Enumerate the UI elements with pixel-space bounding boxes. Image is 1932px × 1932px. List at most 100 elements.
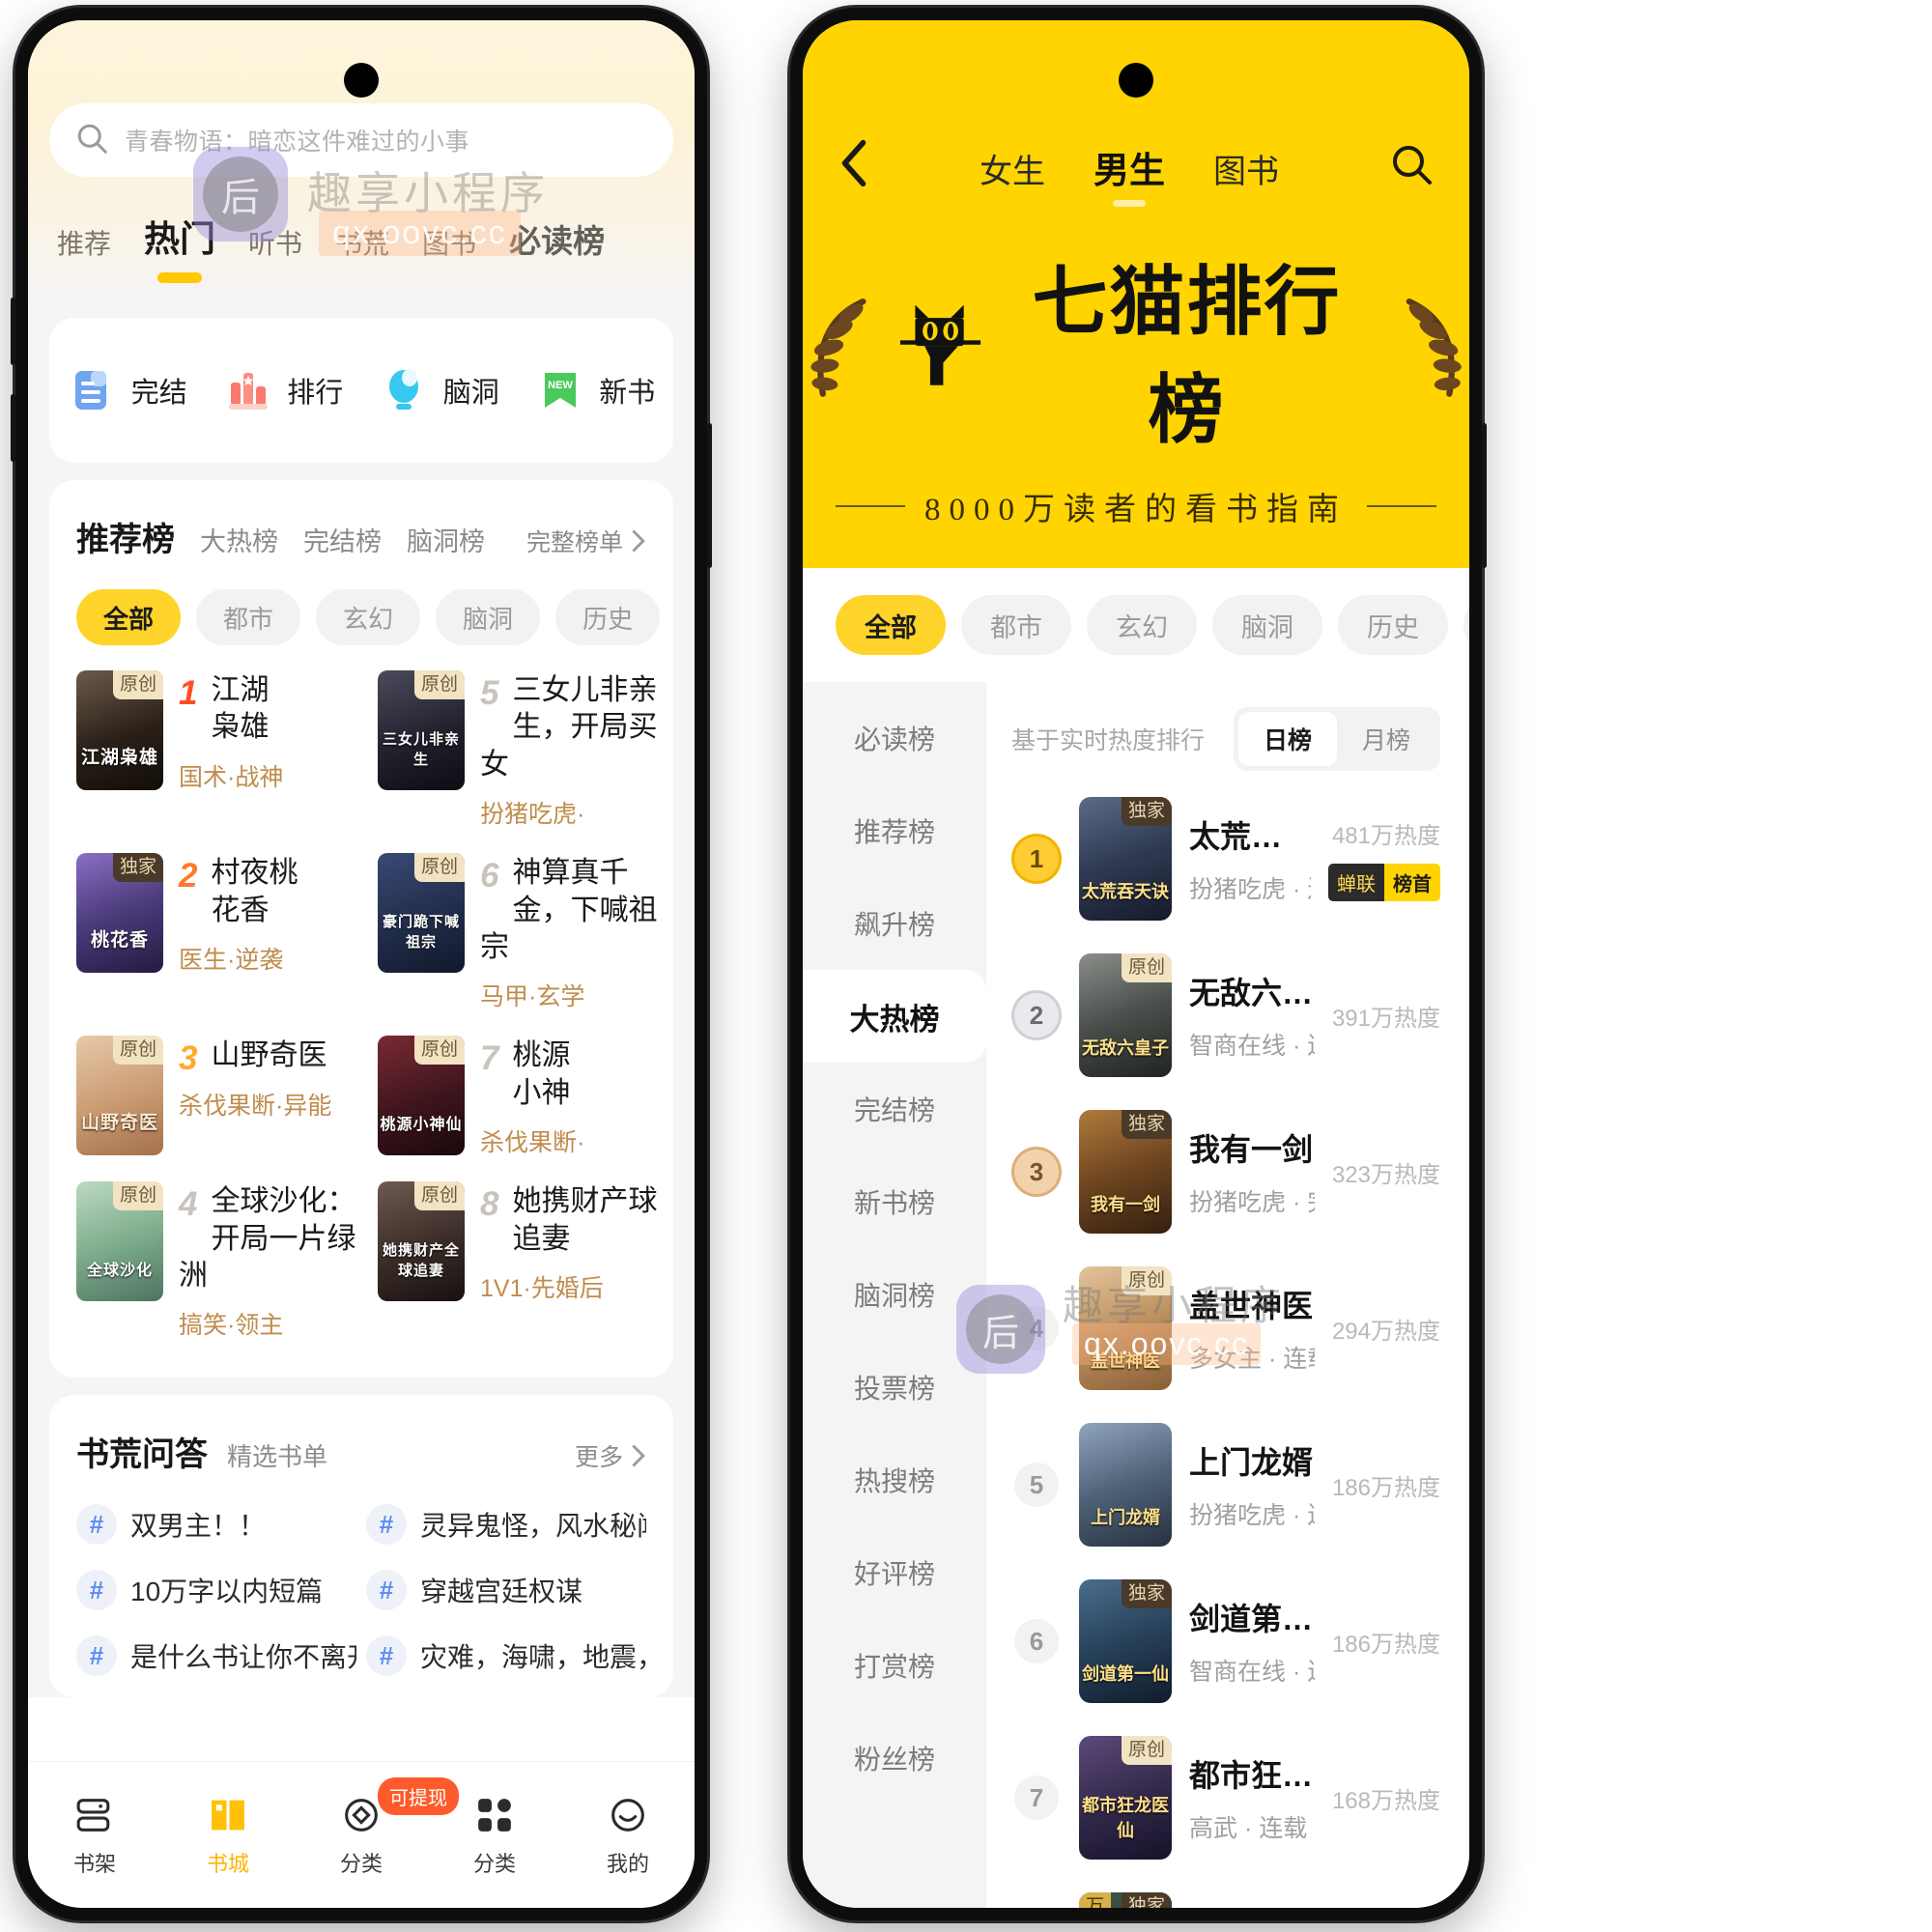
- tab-bidubang[interactable]: 必读榜: [509, 215, 605, 268]
- quick-entry-wanjie[interactable]: 完结: [68, 365, 187, 415]
- book-cover: 独家 太荒吞天诀: [1079, 797, 1172, 921]
- sidebar-item-haopingbang[interactable]: 好评榜: [803, 1526, 986, 1619]
- tabbar-label: 分类: [339, 1851, 383, 1876]
- rank-tab-wanjiebang[interactable]: 完结榜: [303, 521, 382, 558]
- tab-tushu[interactable]: 图书: [1213, 145, 1279, 192]
- rank-medal: 3: [1011, 1150, 1062, 1194]
- ranking-row[interactable]: 6 独家 剑道第一仙 剑道第一仙 智商在线 · 连载 · 1091万字 186万…: [1011, 1563, 1440, 1719]
- full-ranking-label: 完整榜单: [526, 529, 623, 556]
- right-phone-power[interactable]: [1482, 423, 1487, 568]
- period-segment: 日榜 月榜: [1233, 707, 1440, 771]
- chip-quanbu[interactable]: 全部: [836, 595, 946, 655]
- tab-tuijian[interactable]: 推荐: [57, 223, 111, 268]
- banner-title: 七猫排行榜: [1032, 260, 1342, 452]
- watermark-url: qx.oovc.cc: [319, 211, 521, 256]
- sidebar-item-xinshubang[interactable]: 新书榜: [803, 1155, 986, 1248]
- hash-icon: #: [366, 1504, 407, 1546]
- chip-quanbu[interactable]: 全部: [76, 589, 182, 645]
- segment-ribang[interactable]: 日榜: [1237, 712, 1337, 766]
- book-title: 她携财产球追妻: [512, 1185, 658, 1255]
- cover-title: 江湖枭雄: [80, 748, 158, 768]
- book-category: 国术·战神: [179, 763, 284, 791]
- chip-naodong[interactable]: 脑洞: [436, 589, 541, 645]
- book-rank: 1: [179, 674, 198, 712]
- ranking-row[interactable]: 8 万 独家 万相之王 万相之王 单女主 · 连载 · 337万字 164万热度: [1011, 1876, 1440, 1908]
- chip-lishi[interactable]: 历史: [555, 589, 661, 645]
- tabbar-item-fenlei[interactable]: 分类: [472, 1793, 517, 1878]
- qa-item[interactable]: # 灾难，海啸，地震，全球变: [366, 1635, 646, 1677]
- chevron-left-icon[interactable]: [838, 138, 870, 195]
- qa-more-link[interactable]: 更多: [575, 1438, 646, 1473]
- book-title: 都市狂龙医仙: [1189, 1758, 1315, 1793]
- left-phone-volume-up[interactable]: [11, 298, 15, 365]
- chip-youxi[interactable]: 游戏: [1463, 595, 1469, 655]
- tab-nansheng[interactable]: 男生: [1094, 141, 1165, 193]
- sidebar-item-darebang[interactable]: 大热榜: [803, 970, 986, 1063]
- right-front-camera: [1119, 63, 1153, 98]
- book-tag: 原创: [413, 670, 465, 699]
- search-icon[interactable]: [1388, 141, 1435, 192]
- qa-item[interactable]: #10万字以内短篇: [76, 1570, 356, 1611]
- book-tag: 原创: [1121, 1736, 1172, 1765]
- sidebar-item-wanjiebang[interactable]: 完结榜: [803, 1063, 986, 1155]
- tabbar-item-wode[interactable]: 我的: [606, 1793, 650, 1878]
- book-row[interactable]: 独家 桃花香 2 村夜桃花香 医生·逆袭: [71, 841, 372, 1024]
- chip-dushi[interactable]: 都市: [196, 589, 301, 645]
- tabbar-item-shucheng[interactable]: 书城: [206, 1793, 250, 1878]
- chip-dushi[interactable]: 都市: [961, 595, 1071, 655]
- watermark-url-2: qx.oovc.cc: [1072, 1323, 1262, 1365]
- chip-naodong[interactable]: 脑洞: [1212, 595, 1322, 655]
- quick-entry-xinshu[interactable]: NEW 新书: [535, 365, 655, 415]
- segment-yuebang[interactable]: 月榜: [1337, 712, 1435, 766]
- chip-xuanhuan[interactable]: 玄幻: [1087, 595, 1197, 655]
- quick-entry-paihang[interactable]: 排行: [223, 365, 343, 415]
- rank-tab-naodongbang[interactable]: 脑洞榜: [407, 521, 485, 558]
- sidebar-item-tuijianbang[interactable]: 推荐榜: [803, 784, 986, 877]
- sidebar-item-fensibang[interactable]: 粉丝榜: [803, 1712, 986, 1804]
- full-ranking-link[interactable]: 完整榜单: [526, 524, 646, 558]
- book-tag: 独家: [1121, 1892, 1172, 1908]
- badge-prefix: 蝉联: [1328, 864, 1384, 901]
- rank-medal: 5: [1011, 1463, 1062, 1507]
- book-row[interactable]: 原创 全球沙化 4 全球沙化：开局一片绿洲 搞笑·领主: [71, 1170, 372, 1352]
- sidebar-item-resoubang[interactable]: 热搜榜: [803, 1434, 986, 1526]
- chip-xuanhuan[interactable]: 玄幻: [316, 589, 421, 645]
- qa-item[interactable]: # 灵异鬼怪，风水秘闻，民间: [366, 1504, 646, 1546]
- book-row[interactable]: 原创 江湖枭雄 1 江湖枭雄 国术·战神: [71, 659, 372, 841]
- heat-value: 323万热度: [1331, 1161, 1440, 1188]
- ranking-row[interactable]: 2 原创 无敌六皇子 无敌六皇子 智商在线 · 连载 · 204万字 391万热…: [1011, 937, 1440, 1094]
- rank-tab-darebang[interactable]: 大热榜: [200, 521, 278, 558]
- rank-tab-tuijianbang[interactable]: 推荐榜: [76, 513, 175, 560]
- search-placeholder-text: 青春物语：暗恋这件难过的小事: [125, 128, 470, 156]
- ranking-row[interactable]: 7 原创 都市狂龙医仙 都市狂龙医仙 高武 · 连载 · 153万字 168万热…: [1011, 1719, 1440, 1876]
- cover-title: 三女儿非亲生: [382, 732, 460, 768]
- ranking-row[interactable]: 5 上门龙婿 上门龙婿 扮猪吃虎 · 连载 · 746万字 186万热度: [1011, 1406, 1440, 1563]
- tabbar-item-shujia[interactable]: 书架: [72, 1793, 117, 1878]
- book-title: 山野奇医: [211, 1039, 327, 1072]
- cover-title: 她携财产全球追妻: [382, 1243, 460, 1280]
- book-row[interactable]: 原创 三女儿非亲生 5 三女儿非亲生，开局买女 扮猪吃虎·: [372, 659, 673, 841]
- sidebar-item-dashangbang[interactable]: 打赏榜: [803, 1619, 986, 1712]
- qa-item[interactable]: # 穿越宫廷权谋: [366, 1570, 646, 1611]
- sidebar-item-bidubang[interactable]: 必读榜: [803, 692, 986, 784]
- chip-lishi[interactable]: 历史: [1338, 595, 1448, 655]
- sidebar-item-biaoshengbang[interactable]: 飙升榜: [803, 877, 986, 970]
- book-rank: 7: [480, 1039, 499, 1078]
- ranking-row[interactable]: 1 独家 太荒吞天诀 太荒吞天诀 扮猪吃虎 · 连载 · 1127万字 481万…: [1011, 781, 1440, 937]
- ranking-row[interactable]: 3 独家 我有一剑 我有一剑 扮猪吃虎 · 完结 · 553万字 323万热度: [1011, 1094, 1440, 1250]
- cat-seven-icon: [900, 305, 981, 385]
- tab-nusheng[interactable]: 女生: [980, 145, 1045, 192]
- quick-entry-naodong[interactable]: 脑洞: [380, 365, 499, 415]
- book-row[interactable]: 原创 山野奇医 3 山野奇医 杀伐果断·异能: [71, 1024, 372, 1170]
- left-phone-power[interactable]: [707, 423, 712, 568]
- qa-item[interactable]: # 双男主！！: [76, 1504, 356, 1546]
- book-rank: 5: [480, 674, 499, 712]
- book-row[interactable]: 原创 豪门跪下喊祖宗 6 神算真千金，下喊祖宗 马甲·玄学: [372, 841, 673, 1024]
- tabbar-item-fuli[interactable]: 可提现 分类: [339, 1776, 459, 1878]
- left-phone-volume-down[interactable]: [11, 394, 15, 462]
- book-tag: 独家: [1121, 797, 1172, 826]
- qa-item[interactable]: # 是什么书让你不离开七猫？: [76, 1635, 356, 1677]
- book-cover: 万 独家 万相之王: [1079, 1892, 1172, 1908]
- book-row[interactable]: 原创 她携财产全球追妻 8 她携财产球追妻 1V1·先婚后: [372, 1170, 673, 1352]
- book-row[interactable]: 原创 桃源小神仙 7 桃源小神 杀伐果断·: [372, 1024, 673, 1170]
